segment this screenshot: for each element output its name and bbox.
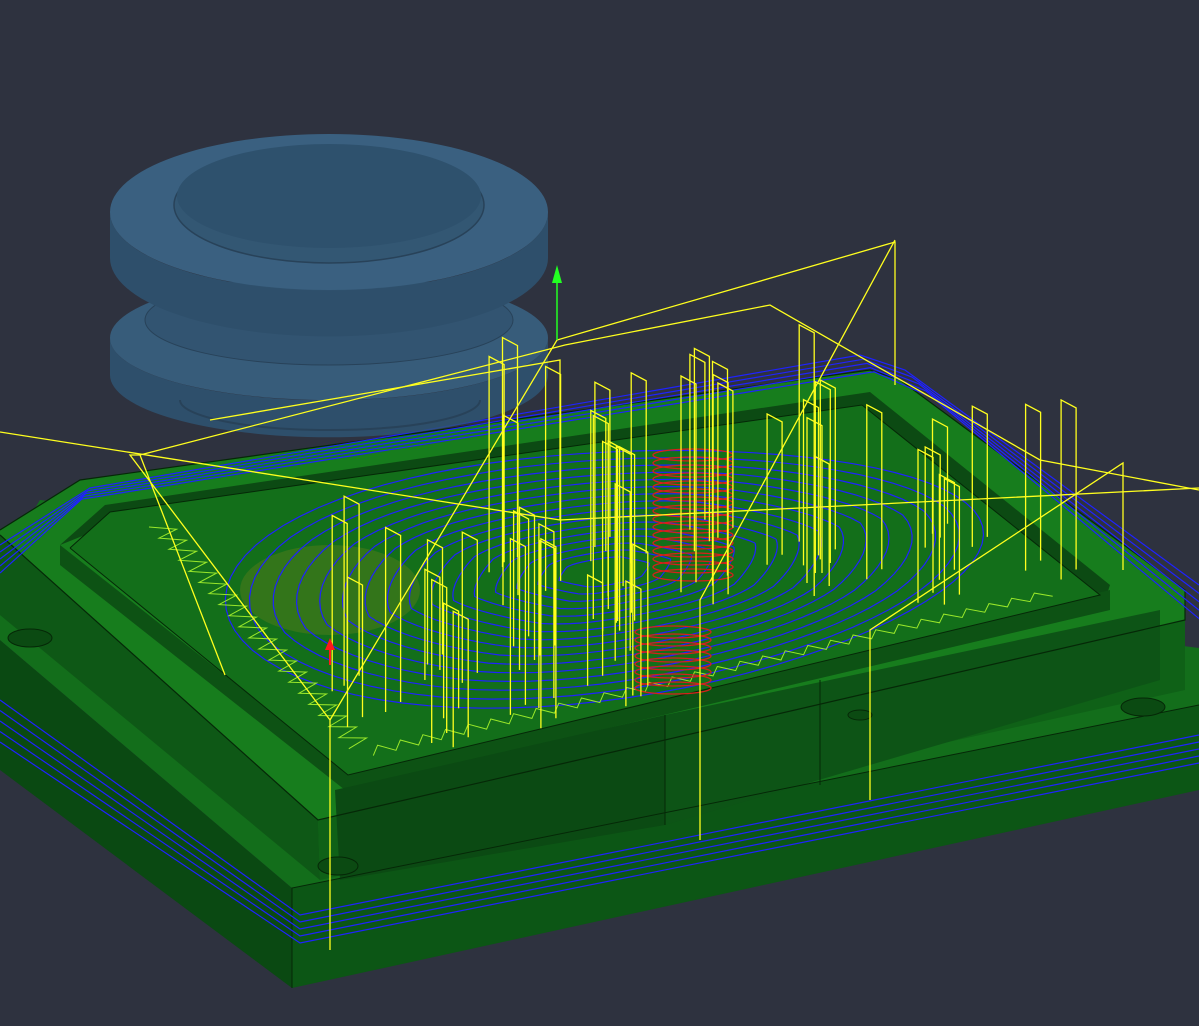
z-axis-arrow-icon bbox=[552, 265, 562, 283]
mount-hole-left bbox=[7, 628, 53, 648]
cam-3d-viewport[interactable] bbox=[0, 0, 1199, 1026]
workpiece-model[interactable] bbox=[0, 369, 1199, 988]
tool-upper-disc-center bbox=[177, 144, 481, 248]
cutting-tool[interactable] bbox=[110, 134, 548, 438]
mount-hole-right bbox=[1120, 697, 1166, 717]
z-axis-indicator bbox=[552, 265, 562, 340]
mount-hole-front bbox=[317, 856, 359, 876]
toolpath-scene[interactable] bbox=[0, 0, 1199, 1026]
mount-hole-pocket bbox=[847, 709, 873, 721]
